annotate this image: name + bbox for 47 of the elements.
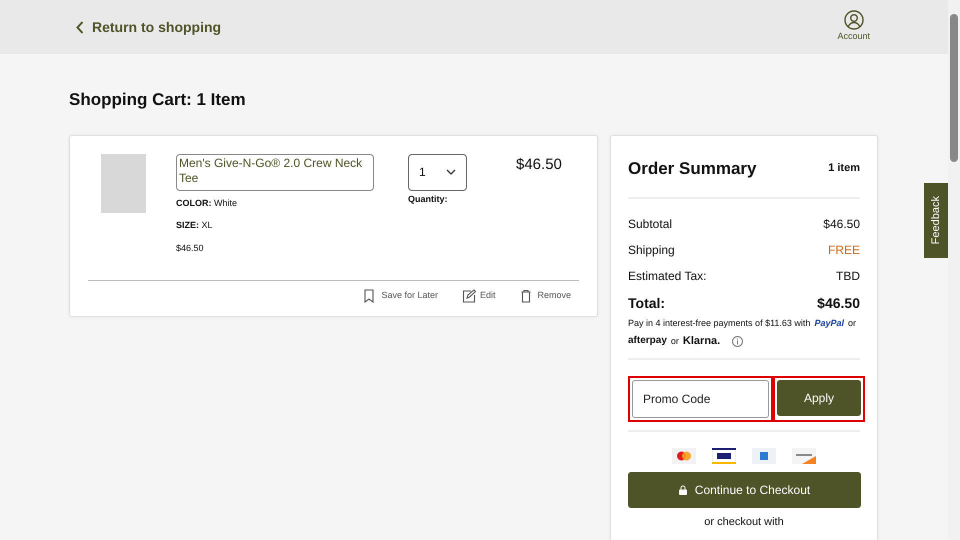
save-button[interactable]: Save for Later: [363, 289, 438, 303]
summary-value: TBD: [836, 268, 860, 285]
product-name-link[interactable]: Men's Give-N-Go® 2.0 Crew Neck Tee: [176, 154, 374, 190]
info-icon[interactable]: [732, 336, 744, 346]
product-attribute: SIZE: XL: [176, 219, 214, 232]
card-logo-icon: [752, 448, 776, 464]
item-count: 1 item: [828, 161, 860, 176]
page-title: Shopping Cart: 1 Item: [69, 89, 247, 111]
pencil-square-icon: [462, 289, 476, 303]
chevron-down-icon: [446, 169, 456, 175]
scrollbar-thumb[interactable]: [950, 14, 958, 162]
alt-checkout-text: or checkout with: [703, 515, 785, 530]
installment-text: Pay in 4 interest-free payments of $11.63 with: [628, 317, 810, 330]
product-attribute: COLOR: White: [176, 196, 238, 210]
summary-title: Order Summary: [628, 158, 756, 180]
apply-button[interactable]: Apply: [777, 380, 861, 416]
connector-text: or: [670, 335, 679, 348]
quantity-label: Quantity:: [408, 192, 448, 206]
account-link[interactable]: Account: [837, 10, 870, 44]
promo-code-field[interactable]: Promo Code: [632, 380, 769, 418]
summary-label: Subtotal: [628, 216, 672, 233]
total-label: Total:: [628, 294, 666, 313]
summary-label: Estimated Tax:: [628, 268, 706, 285]
card-logo-icon: [712, 448, 736, 464]
total-value: $46.50: [817, 294, 860, 313]
summary-label: Shipping: [628, 242, 675, 259]
afterpay-logo: afterpay: [628, 334, 667, 348]
chevron-left-icon: [76, 20, 84, 34]
card-logo-icon: [792, 448, 816, 464]
trash-icon: [519, 289, 534, 303]
checkout-button[interactable]: Continue to Checkout: [628, 472, 861, 508]
return-to-shopping-link[interactable]: Return to shopping: [76, 16, 222, 38]
user-circle-icon: [844, 10, 864, 30]
product-photo-placeholder: [101, 154, 146, 212]
unit-price: $46.50: [176, 242, 205, 254]
remove-button[interactable]: Remove: [519, 289, 571, 303]
lock-icon: [678, 485, 687, 495]
klarna-logo: Klarna.: [682, 334, 720, 349]
connector-text: or: [848, 317, 856, 330]
edit-button[interactable]: Edit: [462, 289, 496, 303]
summary-value: $46.50: [823, 216, 860, 233]
item-price: $46.50: [516, 154, 562, 174]
summary-value: FREE: [828, 242, 860, 259]
paypal-logo: PayPal: [814, 317, 844, 330]
card-logo-icon: [672, 448, 696, 464]
quantity-select[interactable]: 1: [408, 154, 467, 190]
feedback-tab[interactable]: Feedback: [924, 183, 948, 258]
